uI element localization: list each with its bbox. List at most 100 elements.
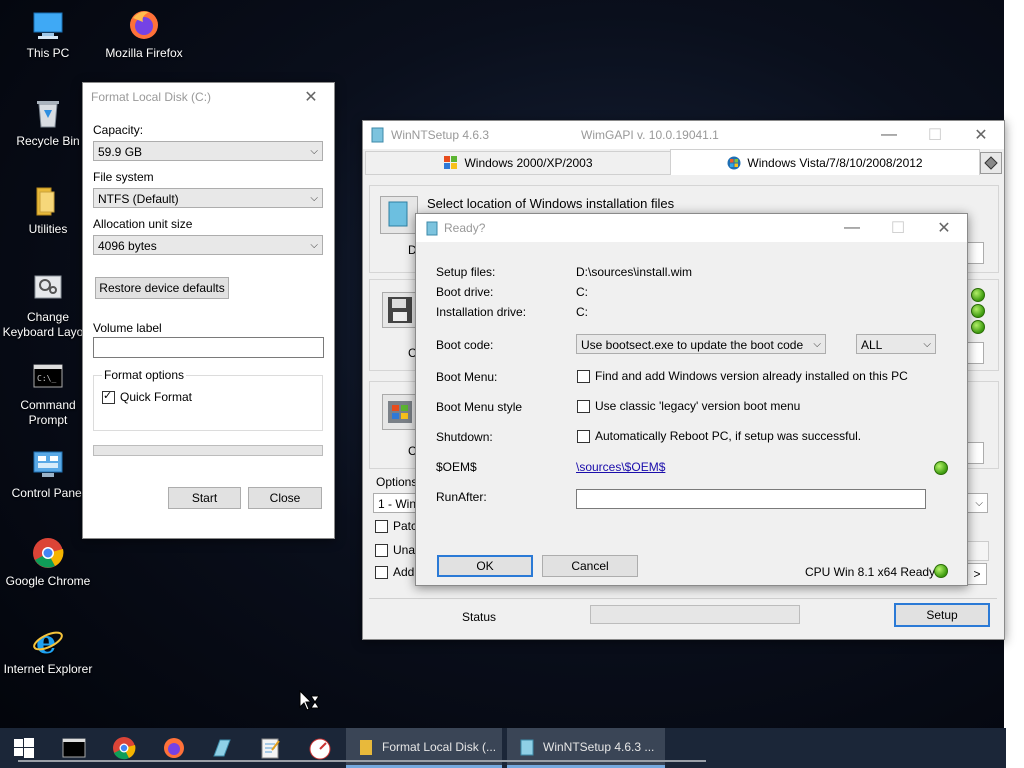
terminal-icon[interactable]	[62, 736, 86, 760]
taskbar-scroll-indicator	[18, 760, 706, 762]
checkbox-icon	[375, 543, 388, 557]
winntsetup-icon[interactable]	[210, 736, 234, 760]
desktop-icon-label: Control Panel	[11, 486, 85, 500]
chrome-icon[interactable]	[112, 736, 136, 760]
boot-drive-label: Boot drive:	[436, 285, 494, 299]
gauge-icon[interactable]	[308, 736, 332, 760]
volume-label: Volume label	[93, 321, 162, 335]
tab-windows-xp[interactable]: Windows 2000/XP/2003	[365, 151, 672, 175]
chevron-down-icon: ⌵	[975, 498, 983, 509]
winntsetup-app-icon	[371, 127, 384, 143]
capacity-label: Capacity:	[93, 123, 144, 137]
checkbox-icon	[375, 565, 388, 579]
winntsetup-app-icon	[426, 221, 438, 235]
source-browse-icon[interactable]	[380, 196, 418, 234]
more-button[interactable]: >	[967, 563, 987, 585]
runafter-label: RunAfter:	[436, 490, 487, 504]
drive-icon[interactable]	[382, 394, 418, 430]
source-section-title: Select location of Windows installation …	[427, 196, 675, 211]
restore-defaults-button[interactable]: Restore device defaults	[95, 277, 229, 299]
add-label: Add	[393, 565, 415, 579]
setup-button[interactable]: Setup	[894, 603, 990, 627]
desktop-icon-command-prompt[interactable]: C:\_ Command Prompt	[2, 360, 94, 428]
desktop-icon-label: Internet Explorer	[3, 662, 93, 676]
disabled-select[interactable]	[967, 541, 989, 561]
tab-windows-vista[interactable]: Windows Vista/7/8/10/2008/2012	[670, 149, 980, 175]
volume-label-input[interactable]	[93, 337, 324, 358]
ok-button[interactable]: OK	[437, 555, 533, 577]
desktop-icon-firefox[interactable]: Mozilla Firefox	[98, 8, 190, 61]
runafter-input[interactable]	[576, 489, 926, 509]
boot-drive-value: C:	[576, 285, 588, 299]
desktop-icon-label: Mozilla Firefox	[105, 46, 183, 60]
desktop-icon-label: This PC	[26, 46, 70, 60]
task-label: Format Local Disk (...	[382, 739, 497, 754]
install-path-input[interactable]	[966, 442, 984, 464]
boot-menu-checkbox[interactable]: Find and add Windows version already ins…	[577, 369, 908, 383]
maximize-icon[interactable]: ☐	[875, 214, 921, 242]
ready-dialog: Ready? — ☐ ✕ Setup files: D:\sources\ins…	[415, 213, 968, 586]
source-path-input[interactable]	[966, 242, 984, 264]
desktop-edge	[1004, 0, 1024, 768]
quick-format-checkbox[interactable]: Quick Format	[102, 389, 192, 404]
checkbox-icon	[375, 519, 388, 533]
desktop-icon-recycle-bin[interactable]: Recycle Bin	[2, 96, 94, 149]
computer-icon	[31, 8, 65, 42]
cpu-status-text: CPU Win 8.1 x64 Ready	[805, 565, 936, 579]
desktop-icon-internet-explorer[interactable]: e Internet Explorer	[2, 623, 94, 677]
desktop-icon-keyboard-layout[interactable]: Change Keyboard Layout	[2, 272, 94, 340]
boot-code-select[interactable]: Use bootsect.exe to update the boot code…	[576, 334, 826, 354]
options-label: Options	[376, 475, 418, 489]
tools-button[interactable]	[980, 152, 1002, 174]
install-drive-value: C:	[576, 305, 588, 319]
setup-files-label: Setup files:	[436, 265, 496, 279]
taskbar-task-winntsetup[interactable]: WinNTSetup 4.6.3 ...	[507, 728, 665, 768]
format-options-group: Format options Quick Format	[93, 368, 323, 431]
minimize-icon[interactable]: —	[829, 214, 875, 242]
start-button[interactable]: Start	[168, 487, 241, 509]
close-icon[interactable]: ✕	[921, 214, 967, 242]
desktop-icon-utilities[interactable]: Utilities	[2, 184, 94, 237]
task-label: WinNTSetup 4.6.3 ...	[543, 739, 655, 754]
shutdown-label: Shutdown:	[436, 430, 493, 444]
desktop-icon-label: Utilities	[28, 222, 68, 236]
winntsetup-titlebar: WinNTSetup 4.6.3 WimGAPI v. 10.0.19041.1…	[363, 121, 1004, 149]
minimize-icon[interactable]: —	[866, 121, 912, 149]
chevron-down-icon: ⌵	[310, 240, 318, 251]
floppy-icon[interactable]	[382, 292, 418, 328]
cpu-status-led	[934, 564, 948, 578]
unattend-checkbox[interactable]: Unat	[375, 543, 418, 557]
winntsetup-title: WinNTSetup 4.6.3	[391, 128, 490, 142]
divider	[369, 598, 997, 599]
ready-title: Ready?	[444, 221, 486, 235]
checkbox-icon	[102, 389, 115, 404]
reboot-checkbox[interactable]: Automatically Reboot PC, if setup was su…	[577, 429, 861, 443]
status-led	[971, 288, 985, 302]
close-button[interactable]: Close	[248, 487, 322, 509]
legacy-boot-menu-checkbox[interactable]: Use classic 'legacy' version boot menu	[577, 399, 800, 413]
boot-code-scope-select[interactable]: ALL ⌵	[856, 334, 936, 354]
keyboard-settings-icon	[31, 272, 65, 306]
taskbar-task-format[interactable]: Format Local Disk (...	[346, 728, 502, 768]
folder-icon	[360, 739, 372, 755]
filesystem-select[interactable]: NTFS (Default) ⌵	[93, 188, 323, 208]
boot-path-input[interactable]	[966, 342, 984, 364]
desktop-icon-this-pc[interactable]: This PC	[2, 8, 94, 61]
chevron-down-icon: ⌵	[813, 339, 821, 350]
checkbox-icon	[577, 429, 590, 443]
desktop-icon-control-panel[interactable]: Control Panel	[2, 448, 94, 501]
close-icon[interactable]: ✕	[288, 83, 334, 111]
cancel-button[interactable]: Cancel	[542, 555, 638, 577]
firefox-icon[interactable]	[162, 736, 186, 760]
busy-cursor-icon	[299, 690, 320, 711]
close-icon[interactable]: ✕	[958, 121, 1004, 149]
oem-link[interactable]: \sources\$OEM$	[576, 460, 665, 474]
desktop-icon-chrome[interactable]: Google Chrome	[2, 536, 94, 589]
maximize-icon[interactable]: ☐	[912, 121, 958, 149]
notepad-icon[interactable]	[258, 736, 282, 760]
allocation-select[interactable]: 4096 bytes ⌵	[93, 235, 323, 255]
capacity-select[interactable]: 59.9 GB ⌵	[93, 141, 323, 161]
windows-start-icon[interactable]	[12, 736, 36, 760]
add-drivers-checkbox[interactable]: Add	[375, 565, 414, 579]
status-led	[971, 320, 985, 334]
